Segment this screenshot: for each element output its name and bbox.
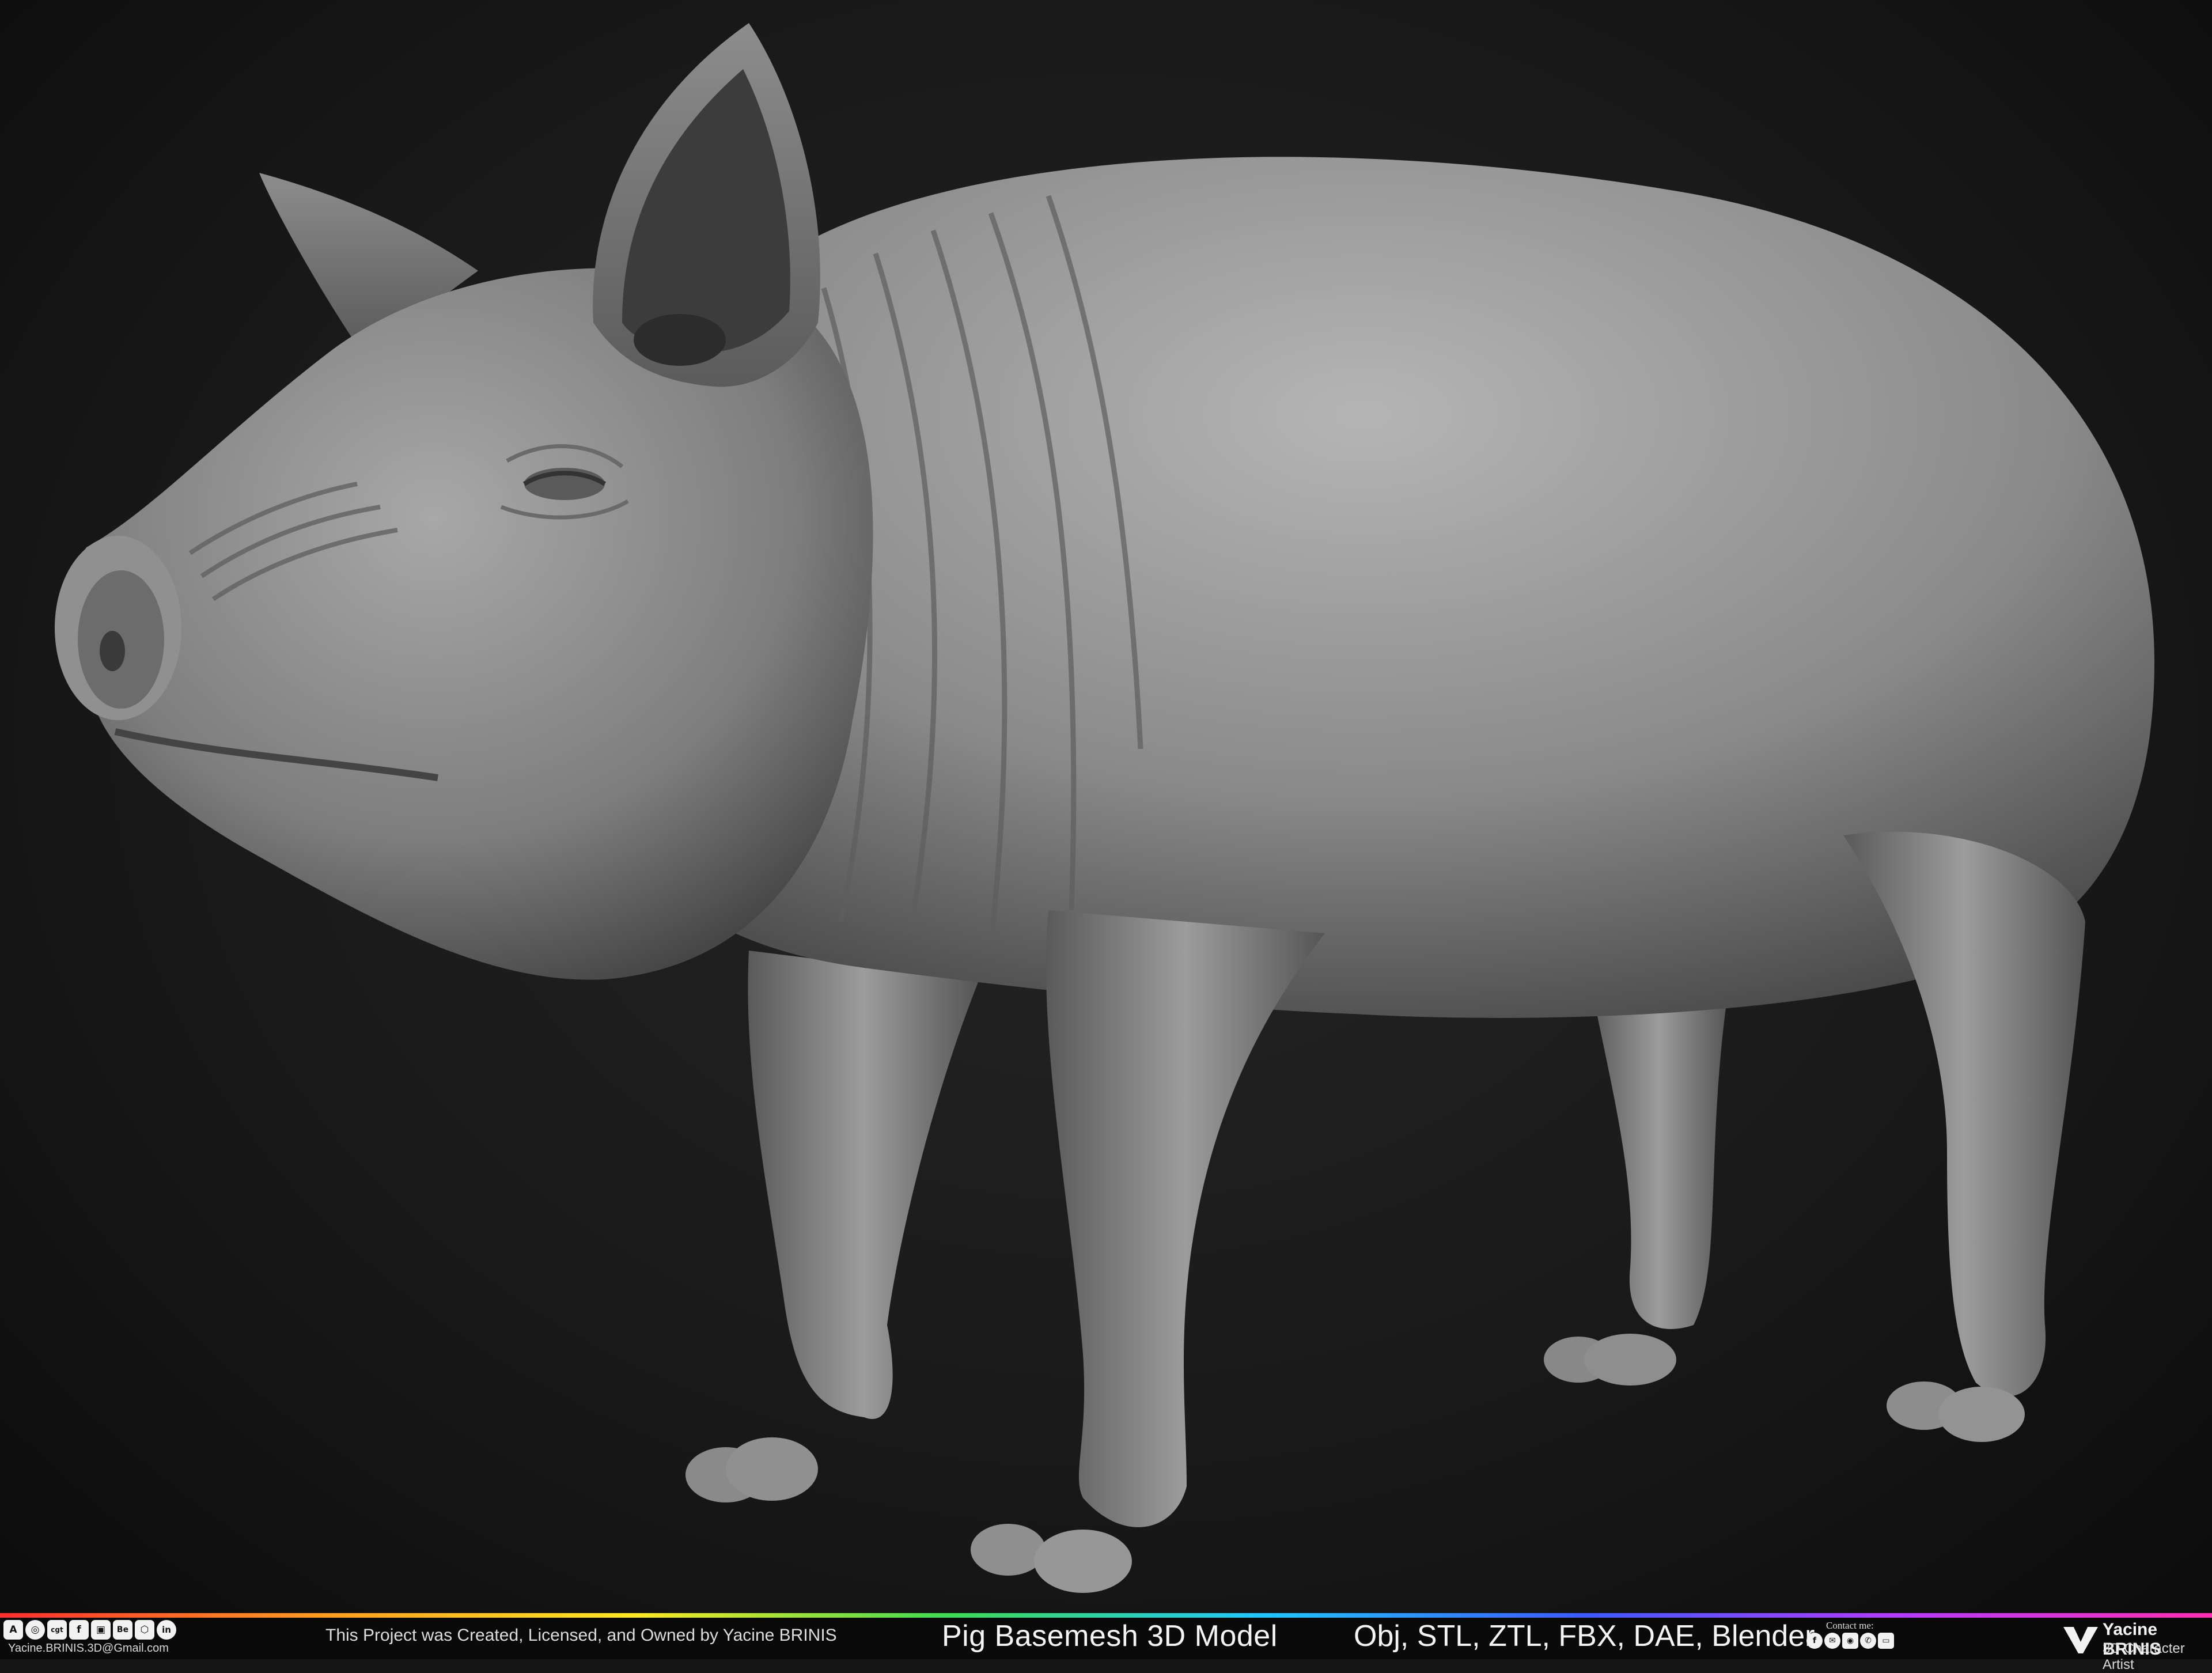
contact-links: f ✉ ◉ ✆ ▭: [1806, 1633, 1894, 1649]
instagram-icon[interactable]: ◉: [1842, 1633, 1858, 1649]
linkedin-icon[interactable]: in: [157, 1620, 176, 1640]
contact-label: Contact me:: [1826, 1620, 1874, 1631]
brand-subtitle: 3D Character Artist: [2103, 1641, 2185, 1672]
email-icon[interactable]: ▭: [1878, 1633, 1894, 1649]
email-address[interactable]: Yacine.BRINIS.3D@Gmail.com: [8, 1642, 169, 1655]
renderhub-icon[interactable]: ▣: [91, 1620, 111, 1640]
cgtrader-icon[interactable]: ◎: [25, 1620, 45, 1640]
far-front-leg: [685, 951, 979, 1502]
front-ear: [593, 23, 820, 387]
near-front-leg: [971, 910, 1325, 1593]
artstation-icon[interactable]: A: [3, 1620, 23, 1640]
social-links: A ◎ cgt f ▣ Be ⬡ in: [3, 1620, 176, 1640]
pig-sculpt-render: [55, 23, 2154, 1593]
model-title: Pig Basemesh 3D Model: [942, 1619, 1278, 1653]
facebook-icon[interactable]: f: [69, 1620, 89, 1640]
far-hind-leg: [1544, 979, 1728, 1386]
file-formats: Obj, STL, ZTL, FBX, DAE, Blender: [1354, 1619, 1815, 1653]
cults3d-icon[interactable]: cgt: [47, 1620, 67, 1640]
snout: [55, 536, 181, 720]
facebook-icon[interactable]: f: [1806, 1633, 1823, 1649]
turbosquid-icon[interactable]: ⬡: [135, 1620, 154, 1640]
ownership-credit: This Project was Created, Licensed, and …: [325, 1626, 837, 1645]
render-viewport: [0, 0, 2212, 1613]
behance-icon[interactable]: Be: [113, 1620, 132, 1640]
brand-logo-icon: [2063, 1626, 2098, 1653]
whatsapp-icon[interactable]: ✆: [1860, 1633, 1876, 1649]
footer-bar: A ◎ cgt f ▣ Be ⬡ in Yacine.BRINIS.3D@Gma…: [0, 1618, 2212, 1672]
messenger-icon[interactable]: ✉: [1824, 1633, 1840, 1649]
rainbow-divider: [0, 1613, 2212, 1618]
